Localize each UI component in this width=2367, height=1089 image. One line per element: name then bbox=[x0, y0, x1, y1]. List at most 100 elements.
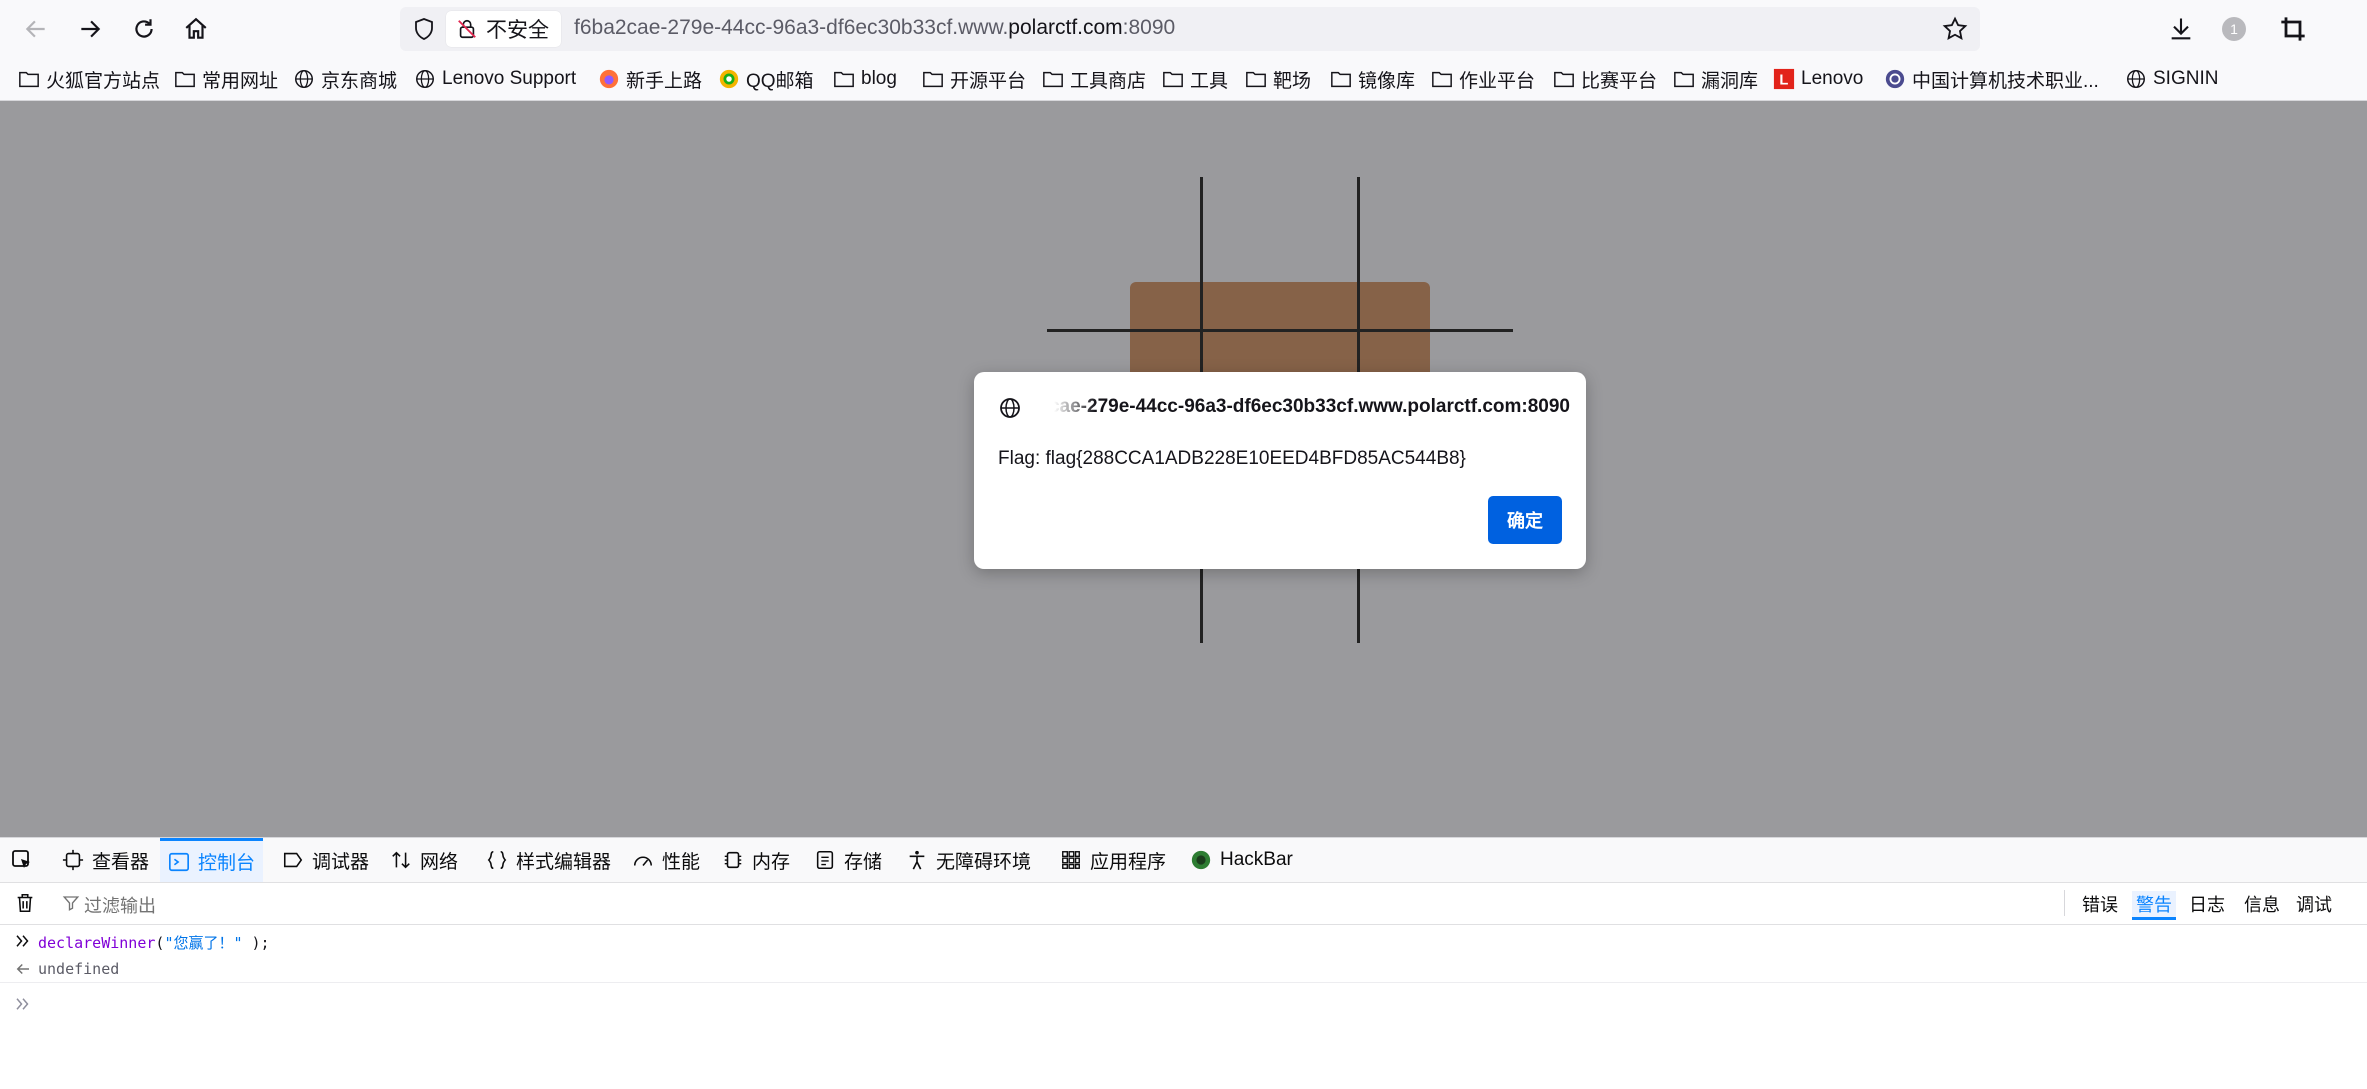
bookmark-item[interactable]: 工具 bbox=[1162, 67, 1228, 92]
extension-badge-icon[interactable]: 1 bbox=[2222, 17, 2246, 41]
qq-mail-icon bbox=[718, 68, 740, 90]
devtools-tab-label: 无障碍环境 bbox=[936, 851, 1032, 873]
bookmark-label: 靶场 bbox=[1273, 70, 1312, 92]
globe-icon bbox=[293, 68, 315, 90]
bookmark-item[interactable]: 新手上路 bbox=[598, 67, 702, 92]
bookmark-item[interactable]: 京东商城 bbox=[293, 67, 397, 92]
devtools-tab-label: 样式编辑器 bbox=[516, 851, 612, 873]
devtools-tab[interactable]: HackBar bbox=[1182, 838, 1301, 882]
bookmark-label: 漏洞库 bbox=[1701, 70, 1759, 92]
bookmark-item[interactable]: 镜像库 bbox=[1330, 67, 1415, 92]
folder-icon bbox=[174, 68, 196, 90]
svg-text:L: L bbox=[1779, 73, 1788, 89]
browser-toolbar: 不安全 f6ba2cae-279e-44cc-96a3-df6ec30b33cf… bbox=[0, 0, 2367, 58]
dialog-message: Flag: flag{288CCA1ADB228E10EED4BFD85AC54… bbox=[998, 448, 1466, 469]
devtools-panel: 查看器 控制台 调试器 网络 样式编辑器 性能 内存 存储 无障碍环境 应用程序 HackBar 过… bbox=[0, 837, 2367, 1089]
bookmark-item[interactable]: 工具商店 bbox=[1042, 67, 1146, 92]
devtools-tab[interactable]: 无障碍环境 bbox=[898, 838, 1039, 882]
bookmark-label: 比赛平台 bbox=[1581, 70, 1658, 92]
application-icon bbox=[1060, 849, 1082, 871]
globe-icon bbox=[2125, 68, 2147, 90]
bookmark-item[interactable]: 漏洞库 bbox=[1673, 67, 1759, 92]
alert-dialog: f6ba2cae-279e-44cc-96a3-df6ec30b33cf.www… bbox=[974, 372, 1586, 569]
bookmark-item[interactable]: blog bbox=[833, 67, 897, 91]
console-command: declareWinner("您赢了！" ); bbox=[38, 934, 270, 952]
forward-button[interactable] bbox=[72, 11, 108, 47]
folder-icon bbox=[1162, 68, 1184, 90]
devtools-tab-label: 控制台 bbox=[198, 853, 256, 874]
home-button[interactable] bbox=[178, 11, 214, 47]
url-bar[interactable]: 不安全 f6ba2cae-279e-44cc-96a3-df6ec30b33cf… bbox=[400, 7, 1980, 51]
bookmark-item[interactable]: L Lenovo bbox=[1773, 67, 1863, 91]
console-input-row[interactable] bbox=[0, 990, 2367, 1020]
ok-button[interactable]: 确定 bbox=[1488, 496, 1562, 544]
home-icon bbox=[185, 17, 207, 39]
filter-icon bbox=[62, 896, 80, 911]
devtools-tab[interactable]: 内存 bbox=[714, 838, 798, 882]
memory-icon bbox=[722, 849, 744, 871]
hackbar-icon bbox=[1190, 849, 1212, 871]
bookmark-item[interactable]: 常用网址 bbox=[174, 67, 278, 92]
bookmark-item[interactable]: 作业平台 bbox=[1431, 67, 1535, 92]
downloads-icon[interactable] bbox=[2167, 15, 2195, 43]
devtools-tab[interactable]: 应用程序 bbox=[1052, 838, 1174, 882]
folder-icon bbox=[1245, 68, 1267, 90]
devtools-tab[interactable]: 控制台 bbox=[160, 838, 264, 882]
reload-button[interactable] bbox=[126, 11, 162, 47]
bookmark-label: 开源平台 bbox=[950, 70, 1027, 92]
back-button[interactable] bbox=[18, 11, 54, 47]
devtools-tab[interactable]: 查看器 bbox=[54, 838, 157, 882]
devtools-tab-label: 内存 bbox=[752, 851, 791, 873]
insecure-label: 不安全 bbox=[486, 19, 549, 42]
inspector-icon bbox=[62, 849, 84, 871]
devtools-tab[interactable]: 样式编辑器 bbox=[478, 838, 619, 882]
bookmarks-toolbar: 火狐官方站点 常用网址 京东商城 Lenovo Support 新手上路 QQ邮箱 blog… bbox=[0, 58, 2367, 101]
log-level-filter[interactable]: 信息 bbox=[2240, 891, 2284, 917]
url-text[interactable]: f6ba2cae-279e-44cc-96a3-df6ec30b33cf.www… bbox=[574, 16, 1175, 40]
bookmark-star-icon[interactable] bbox=[1942, 16, 1968, 42]
url-host-domain: polarctf.com bbox=[1008, 16, 1123, 39]
devtools-tab[interactable]: 网络 bbox=[382, 838, 466, 882]
devtools-tab-label: 性能 bbox=[662, 851, 701, 873]
lenovo-icon: L bbox=[1773, 68, 1795, 90]
tracking-shield-icon[interactable] bbox=[412, 17, 436, 41]
devtools-tab[interactable]: 性能 bbox=[624, 838, 708, 882]
devtools-tab-label: 应用程序 bbox=[1090, 851, 1167, 873]
style-editor-icon bbox=[486, 849, 508, 871]
log-level-filter[interactable]: 日志 bbox=[2185, 891, 2229, 917]
log-level-filter[interactable]: 错误 bbox=[2078, 891, 2122, 917]
bookmark-item[interactable]: 火狐官方站点 bbox=[18, 67, 161, 92]
insecure-connection-badge[interactable]: 不安全 bbox=[446, 11, 561, 47]
bookmark-item[interactable]: 比赛平台 bbox=[1553, 67, 1658, 92]
screenshot-crop-icon[interactable] bbox=[2279, 15, 2307, 43]
folder-icon bbox=[1431, 68, 1453, 90]
storage-icon bbox=[814, 849, 836, 871]
console-icon bbox=[168, 851, 190, 873]
arrow-right-icon bbox=[81, 20, 101, 38]
devtools-tab-label: 查看器 bbox=[92, 851, 150, 873]
element-picker-icon[interactable] bbox=[10, 848, 34, 872]
globe-icon bbox=[1000, 398, 1020, 418]
board-grid-line bbox=[1047, 329, 1513, 332]
log-level-filter[interactable]: 调试 bbox=[2292, 891, 2336, 917]
bookmark-label: SIGNIN bbox=[2153, 68, 2219, 89]
devtools-tab-label: HackBar bbox=[1220, 849, 1293, 870]
folder-icon bbox=[18, 68, 40, 90]
bookmark-label: QQ邮箱 bbox=[746, 70, 814, 92]
devtools-tab[interactable]: 调试器 bbox=[274, 838, 377, 882]
bookmark-item[interactable]: 靶场 bbox=[1245, 67, 1312, 92]
bookmark-item[interactable]: SIGNIN bbox=[2125, 67, 2218, 91]
extension-badge-count: 1 bbox=[2230, 21, 2238, 37]
filter-output-input[interactable]: 过滤输出 bbox=[84, 892, 156, 918]
input-prompt-icon bbox=[16, 998, 29, 1010]
bookmark-item[interactable]: Lenovo Support bbox=[414, 67, 576, 91]
origin-fade bbox=[1036, 396, 1096, 422]
log-level-filter[interactable]: 警告 bbox=[2132, 891, 2176, 920]
bookmark-label: 火狐官方站点 bbox=[46, 70, 161, 92]
bookmark-item[interactable]: 中国计算机技术职业... bbox=[1884, 67, 2099, 92]
bookmark-item[interactable]: 开源平台 bbox=[922, 67, 1027, 92]
clear-console-icon[interactable] bbox=[14, 892, 36, 914]
arrow-left-icon bbox=[25, 20, 45, 38]
bookmark-item[interactable]: QQ邮箱 bbox=[718, 67, 814, 92]
devtools-tab[interactable]: 存储 bbox=[806, 838, 890, 882]
